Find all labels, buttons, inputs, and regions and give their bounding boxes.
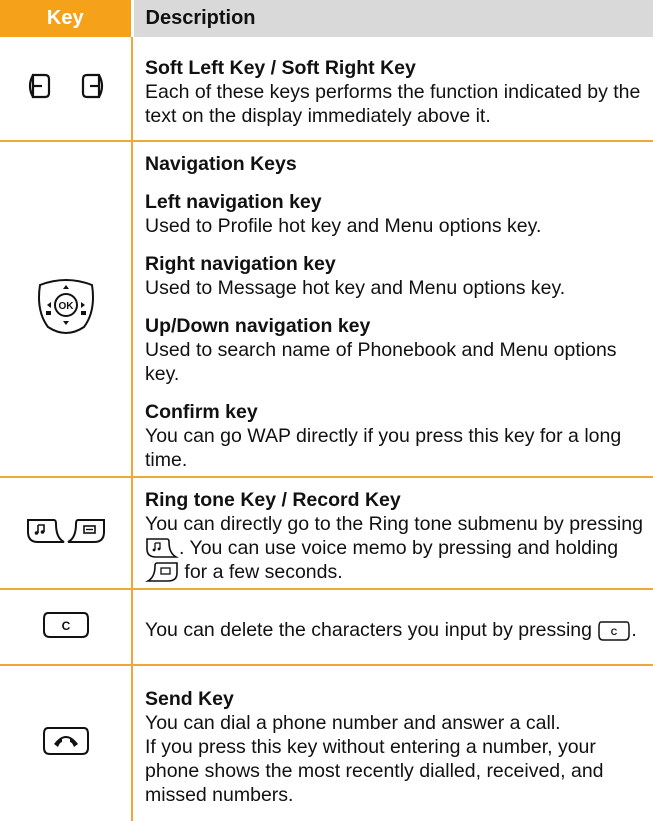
table-row-navigation: OK Navigation Keys Left navigation key U…: [0, 141, 653, 478]
record-key-icon: [145, 562, 178, 582]
right-nav-title: Right navigation key: [145, 253, 336, 275]
softkeys-description: Soft Left Key / Soft Right Key Each of t…: [132, 37, 653, 142]
soft-left-right-keys-icon: [0, 37, 133, 142]
table-row-clear: C You can delete the characters you inpu…: [0, 589, 653, 666]
confirm-title: Confirm key: [145, 401, 258, 423]
navigation-description: Navigation Keys Left navigation key Used…: [132, 141, 653, 478]
send-text-2: If you press this key without entering a…: [145, 735, 604, 806]
ringtone-key-icon: [146, 538, 179, 558]
key-description-table: Key Description Soft Left Key / Soft Rig…: [0, 0, 653, 821]
ringtone-title: Ring tone Key / Record Key: [145, 489, 401, 511]
send-description: Send Key You can dial a phone number and…: [132, 665, 653, 821]
left-nav-title: Left navigation key: [145, 191, 322, 213]
softkeys-title: Soft Left Key / Soft Right Key: [145, 56, 416, 79]
clear-description: You can delete the characters you input …: [132, 589, 653, 666]
updown-nav-text: Used to search name of Phonebook and Men…: [145, 339, 617, 385]
header-description: Description: [132, 0, 653, 37]
clear-text: You can delete the characters you input …: [145, 619, 637, 641]
ok-label: OK: [58, 301, 74, 312]
right-nav-text: Used to Message hot key and Menu options…: [145, 277, 566, 299]
table-row-send: Send Key You can dial a phone number and…: [0, 665, 653, 821]
confirm-text: You can go WAP directly if you press thi…: [145, 425, 622, 471]
send-text-1: You can dial a phone number and answer a…: [145, 711, 561, 734]
table-header: Key Description: [0, 0, 653, 37]
navigation-ok-key-icon: OK: [0, 141, 133, 478]
send-key-icon: [0, 665, 133, 821]
left-nav-text: Used to Profile hot key and Menu options…: [145, 215, 542, 237]
clear-key-label: C: [61, 619, 70, 633]
softkeys-text: Each of these keys performs the function…: [145, 80, 641, 127]
clear-key-inline-icon: C: [598, 621, 631, 641]
ringtone-description: Ring tone Key / Record Key You can direc…: [132, 477, 653, 590]
clear-key-icon: C: [0, 589, 133, 666]
svg-text:C: C: [611, 627, 618, 637]
ringtone-record-keys-icon: [0, 477, 133, 590]
navigation-title: Navigation Keys: [145, 153, 297, 175]
send-title: Send Key: [145, 687, 234, 710]
updown-nav-title: Up/Down navigation key: [145, 315, 371, 337]
table-row-ringtone: Ring tone Key / Record Key You can direc…: [0, 477, 653, 590]
ringtone-text: You can directly go to the Ring tone sub…: [145, 513, 643, 583]
header-key: Key: [0, 0, 134, 37]
table-row-softkeys: Soft Left Key / Soft Right Key Each of t…: [0, 37, 653, 142]
